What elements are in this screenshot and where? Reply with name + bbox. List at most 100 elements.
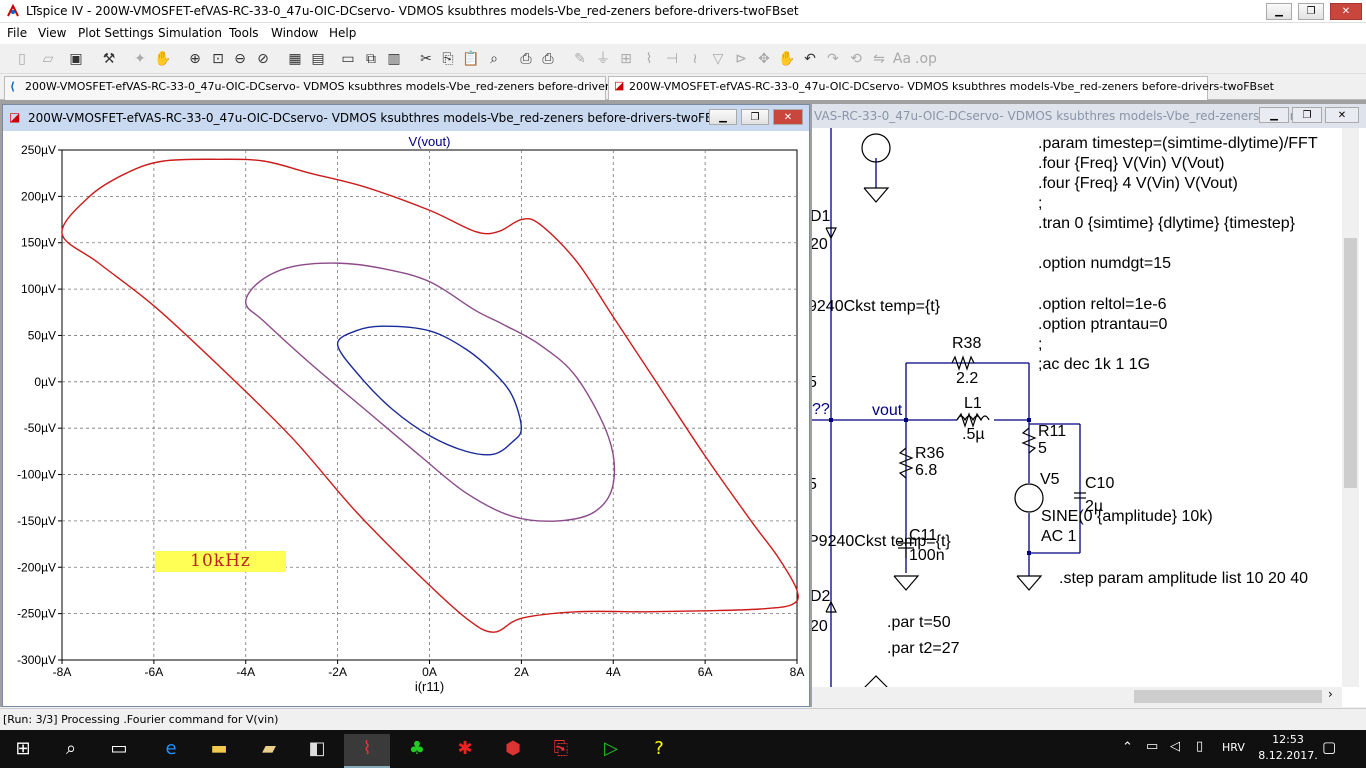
waveform-restore-button[interactable]: ❐ [741,109,769,125]
inductor-icon[interactable]: ≀ [685,48,705,70]
directive-reltol[interactable]: .option reltol=1e-6 [1038,296,1167,314]
spice-directive-icon[interactable]: .op [915,48,937,70]
zoom-area-icon[interactable]: ⊡ [208,48,228,70]
directive-ptrantau[interactable]: .option ptrantau=0 [1038,316,1167,334]
ground-icon[interactable]: ⏚ [593,48,613,70]
rotate-icon[interactable]: ⟲ [846,48,866,70]
directive-param-timestep[interactable]: .param timestep=(simtime-dlytime)/FFT [1038,135,1318,153]
zoom-fit-icon[interactable]: ⊘ [253,48,273,70]
waveform-close-button[interactable]: ✕ [773,109,803,125]
menu-help[interactable]: Help [329,26,356,40]
tile-horizontal-icon[interactable]: ▭ [338,48,358,70]
directive-comment-2[interactable]: ; [1038,336,1042,354]
waveform-plot[interactable]: -8A -6A -4A -2A 0A 2A 4A 6A 8A 250µV 200µV 150µV 100… [3,131,809,706]
zoom-in-icon[interactable]: ⊕ [185,48,205,70]
print-preview-icon[interactable]: ⎙ [516,48,536,70]
directive-tran[interactable]: .tran 0 {simtime} {dlytime} {timestep} [1038,215,1295,233]
schematic-close-button[interactable]: ✕ [1325,107,1359,123]
schematic-vscrollbar[interactable] [1342,128,1359,687]
label-net-icon[interactable]: ⊞ [616,48,636,70]
control-panel-icon[interactable]: ⚒ [99,48,119,70]
scroll-right-icon[interactable]: › [1328,687,1333,701]
directive-numdgt[interactable]: .option numdgt=15 [1038,255,1171,273]
schematic-vscroll-thumb[interactable] [1344,238,1357,488]
file-explorer-icon[interactable]: ▬ [196,734,242,768]
clock-date[interactable]: 8.12.2017. [1256,749,1320,762]
label-v5-ac: AC 1 [1041,528,1077,545]
volume-icon[interactable]: ◁ [1170,739,1180,754]
mirror-icon[interactable]: ⇋ [869,48,889,70]
close-button[interactable]: ✕ [1330,3,1362,20]
network-icon[interactable]: ▭ [1146,739,1158,754]
gem-app-icon[interactable]: ⬢ [490,734,536,768]
paste-icon[interactable]: 📋 [461,48,481,70]
tab-waveform[interactable]: ◪ 200W-VMOSFET-efVAS-RC-33-0_47u-OIC-DCs… [608,76,1274,100]
pdf-reader-icon[interactable]: ⎘ [538,734,584,768]
tray-chevron-icon[interactable]: ⌃ [1122,740,1133,755]
ltspice-task-icon[interactable]: ⌇ [344,734,390,768]
directive-par-t2[interactable]: .par t2=27 [887,640,960,658]
copy-icon[interactable]: ⎘ [438,48,458,70]
new-schematic-icon[interactable]: ▯ [12,48,32,70]
language-indicator[interactable]: HRV [1222,741,1245,754]
schematic-restore-button[interactable]: ❐ [1292,107,1322,123]
help-app-icon[interactable]: ? [636,734,682,768]
tab-schematic[interactable]: ⟨ 200W-VMOSFET-efVAS-RC-33-0_47u-OIC-DCs… [4,76,670,100]
schematic-hscroll-thumb[interactable] [1134,690,1322,703]
menu-file[interactable]: File [7,26,27,40]
directive-step[interactable]: .step param amplitude list 10 20 40 [1059,570,1308,588]
menu-window[interactable]: Window [271,26,318,40]
redo-icon[interactable]: ↷ [823,48,843,70]
directive-four-1[interactable]: .four {Freq} V(Vin) V(Vout) [1038,155,1224,173]
run-icon[interactable]: ✦ [130,48,150,70]
document-app-icon[interactable]: ◧ [294,734,340,768]
directive-comment-1[interactable]: ; [1038,195,1042,213]
fft-icon[interactable]: ▤ [308,48,328,70]
print-icon[interactable]: ⎙ [538,48,558,70]
save-icon[interactable]: ▣ [66,48,86,70]
zoom-out-icon[interactable]: ⊖ [230,48,250,70]
directive-ac[interactable]: ;ac dec 1k 1 1G [1038,356,1150,374]
minimize-button[interactable]: ▁ [1266,3,1292,20]
clock-time[interactable]: 12:53 [1268,733,1308,746]
y-tick-label: -100µV [17,468,56,482]
resistor-icon[interactable]: ⌇ [639,48,659,70]
cascade-icon[interactable]: ⧉ [361,48,381,70]
menu-simulation[interactable]: Simulation [158,26,222,40]
component-icon[interactable]: ⊳ [731,48,751,70]
schematic-hscrollbar[interactable]: › [812,687,1342,707]
red-app-icon[interactable]: ✱ [442,734,488,768]
edge-browser-icon[interactable]: e [148,734,194,768]
pan-hand-icon[interactable]: ✋ [153,48,173,70]
notifications-icon[interactable]: ▢ [1322,738,1336,756]
folder-app-icon[interactable]: ▰ [246,734,292,768]
diode-icon[interactable]: ▽ [708,48,728,70]
undo-icon[interactable]: ↶ [800,48,820,70]
start-windows-icon[interactable]: ⊞ [0,734,46,768]
menu-tools[interactable]: Tools [229,26,259,40]
restore-button[interactable]: ❐ [1298,3,1324,20]
autorange-icon[interactable]: ▦ [285,48,305,70]
battery-icon[interactable]: ▯ [1196,739,1203,754]
directive-par-t[interactable]: .par t=50 [887,614,951,632]
menu-view[interactable]: View [38,26,66,40]
find-icon[interactable]: ⌕ [484,48,504,70]
tile-vertical-icon[interactable]: ▥ [384,48,404,70]
capacitor-icon[interactable]: ⊣ [662,48,682,70]
drag-icon[interactable]: ✋ [777,48,797,70]
schematic-minimize-button[interactable]: ▁ [1259,107,1289,123]
menu-plot-settings[interactable]: Plot Settings [78,26,154,40]
task-view-icon[interactable]: ▭ [96,734,142,768]
play-app-icon[interactable]: ▷ [588,734,634,768]
search-icon[interactable]: ⌕ [48,734,94,768]
move-icon[interactable]: ✥ [754,48,774,70]
directive-four-2[interactable]: .four {Freq} 4 V(Vin) V(Vout) [1038,175,1238,193]
green-app-icon[interactable]: ♣ [394,734,440,768]
wire-icon[interactable]: ✎ [570,48,590,70]
text-icon[interactable]: Aa [892,48,912,70]
frequency-annotation[interactable]: 10kHz [155,551,286,572]
app-titlebar: LTspice IV - 200W-VMOSFET-efVAS-RC-33-0_… [0,0,1366,23]
open-icon[interactable]: ▱ [38,48,58,70]
waveform-minimize-button[interactable]: ▁ [709,109,737,125]
cut-icon[interactable]: ✂ [416,48,436,70]
